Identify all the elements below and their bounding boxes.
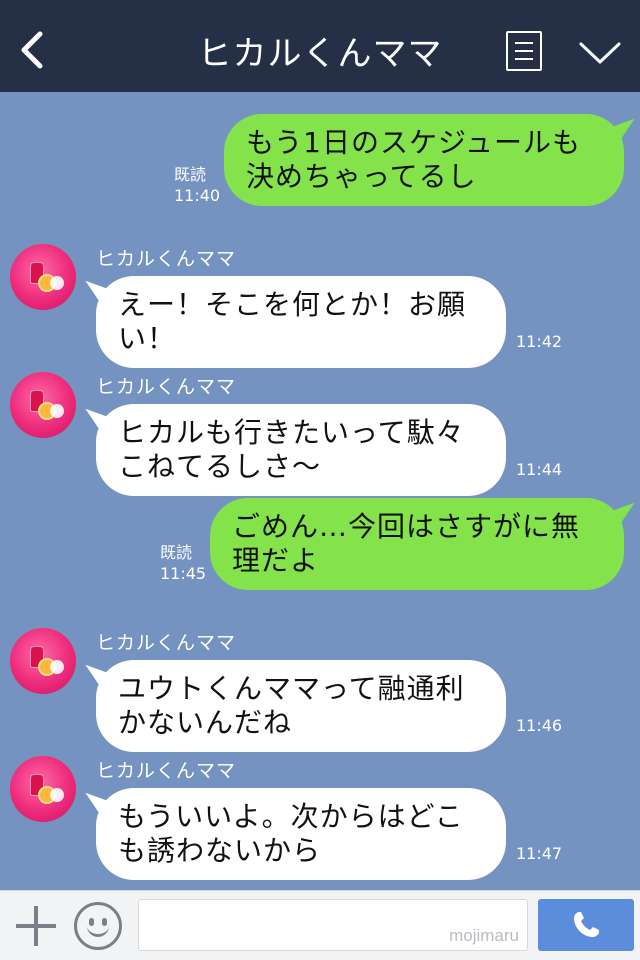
message-text-line: 理だよ: [232, 544, 320, 577]
message-text-line: こねてるしさ〜: [118, 450, 322, 483]
avatar[interactable]: [10, 372, 76, 438]
outgoing-bubble[interactable]: もう1日のスケジュールも 決めちゃってるし: [224, 114, 640, 206]
emoji-icon[interactable]: [74, 902, 122, 950]
message-text-line: ヒカルも行きたいって駄々: [118, 416, 465, 449]
message-time: 11:46: [516, 716, 563, 735]
sender-name: ヒカルくんママ: [96, 248, 237, 270]
avatar[interactable]: [10, 628, 76, 694]
incoming-bubble[interactable]: えー！そこを何とか！お願 い！: [79, 276, 506, 368]
avatar-fruit: [50, 788, 64, 802]
message-time: 11:47: [516, 844, 563, 863]
message-meta: 既読 11:40: [174, 164, 220, 206]
bubble-tail: [79, 280, 107, 304]
message-time: 11:44: [516, 460, 563, 479]
chat-header: ヒカルくんママ: [0, 0, 640, 92]
message-list[interactable]: 既読 11:40 もう1日のスケジュールも 決めちゃってるし ヒカルくんママ え…: [0, 92, 640, 890]
avatar-fruit: [50, 404, 64, 418]
read-receipt: 既読: [174, 165, 207, 184]
message-time: 11:42: [516, 332, 563, 351]
avatar[interactable]: [10, 756, 76, 822]
sender-name: ヒカルくんママ: [96, 632, 237, 654]
emoji-mouth: [87, 925, 109, 937]
message-text-line: えー！そこを何とか！お願: [118, 288, 467, 321]
avatar-fruit: [50, 276, 64, 290]
plus-icon[interactable]: [16, 906, 56, 946]
watermark: mojimaru: [449, 926, 519, 945]
message-text-line: も誘わないから: [118, 834, 322, 867]
bubble-tail: [613, 118, 640, 142]
phone-icon: [574, 912, 599, 937]
input-bar: mojimaru: [0, 890, 640, 960]
message-text-line: い！: [118, 322, 177, 355]
message-text-line: ごめん…今回はさすがに無: [232, 510, 581, 543]
message-meta: 既読 11:45: [160, 542, 206, 584]
bubble-tail: [613, 502, 640, 526]
avatar[interactable]: [10, 244, 76, 310]
incoming-bubble[interactable]: ユウトくんママって融通利 かないんだね: [79, 660, 506, 752]
message-text-line: 決めちゃってるし: [246, 160, 477, 193]
chevron-down-icon[interactable]: [578, 40, 622, 66]
call-button[interactable]: [538, 899, 634, 951]
bubble-tail: [79, 792, 107, 816]
read-receipt: 既読: [160, 543, 193, 562]
sender-name: ヒカルくんママ: [96, 760, 237, 782]
sender-name: ヒカルくんママ: [96, 376, 237, 398]
list-icon[interactable]: [506, 31, 542, 71]
bubble-tail: [79, 408, 107, 432]
chat-title: ヒカルくんママ: [197, 34, 443, 74]
message-text-line: ユウトくんママって融通利: [118, 672, 465, 705]
incoming-bubble[interactable]: ヒカルも行きたいって駄々 こねてるしさ〜: [79, 404, 506, 496]
message-time: 11:45: [160, 564, 207, 583]
message-text-line: もういいよ。次からはどこ: [118, 800, 464, 833]
message-text-line: かないんだね: [118, 706, 293, 739]
message-text-line: もう1日のスケジュールも: [246, 126, 582, 159]
outgoing-bubble[interactable]: ごめん…今回はさすがに無 理だよ: [210, 498, 640, 590]
message-time: 11:40: [174, 186, 221, 205]
avatar-fruit: [50, 660, 64, 674]
bubble-tail: [79, 664, 107, 688]
message-input[interactable]: mojimaru: [138, 899, 528, 951]
incoming-bubble[interactable]: もういいよ。次からはどこ も誘わないから: [79, 788, 506, 880]
